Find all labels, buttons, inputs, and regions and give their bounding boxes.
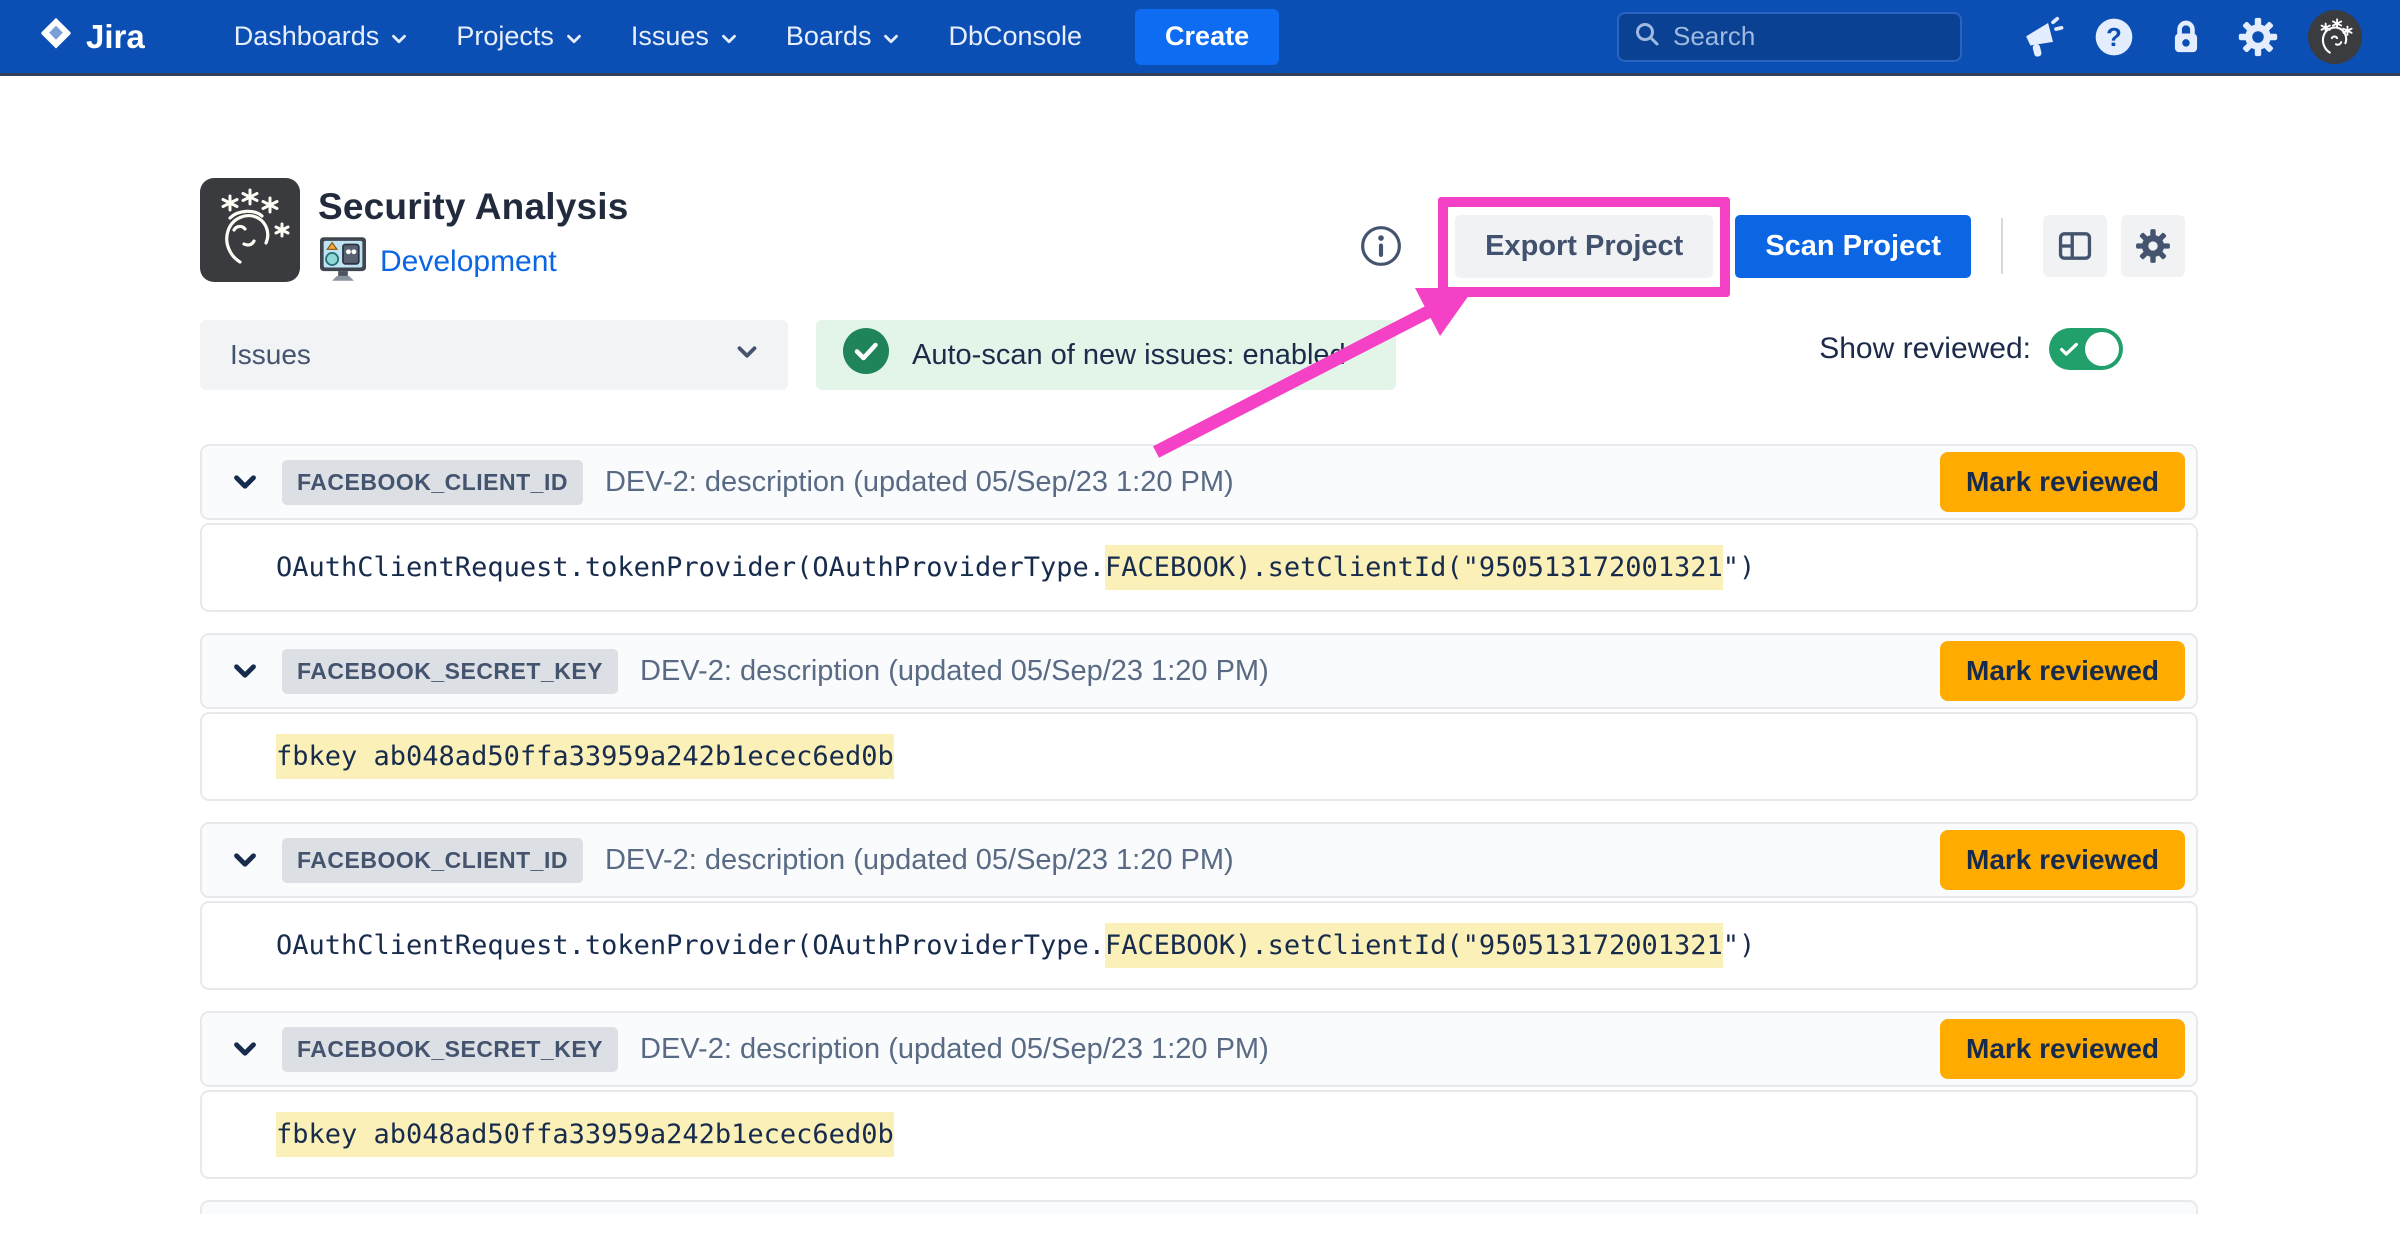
mark-reviewed-button[interactable]: Mark reviewed [1940,830,2185,890]
chevron-down-icon [563,26,585,48]
chevron-down-icon [718,26,740,48]
page-title-block: Security Analysis Development [318,186,629,287]
nav-item-dashboards[interactable]: Dashboards [234,21,411,52]
show-reviewed-toggle[interactable] [2049,328,2123,370]
settings-icon[interactable] [2235,14,2281,60]
nav-item-projects[interactable]: Projects [456,21,585,52]
project-link[interactable]: Development [380,245,557,279]
chevron-down-icon [732,337,762,374]
show-reviewed-label: Show reviewed: [1819,332,2031,366]
code-snippet: fbkey ab048ad50ffa33959a242b1ecec6ed0b [276,741,894,772]
finding-type-badge: FACEBOOK_SECRET_KEY [282,1027,618,1072]
finding-type-badge: FACEBOOK_CLIENT_ID [282,460,583,505]
show-reviewed-control: Show reviewed: [1819,328,2123,370]
issue-row: FACEBOOK_SECRET_KEY DEV-2: description (… [200,1011,2198,1179]
highlighted-secret: fbkey ab048ad50ffa33959a242b1ecec6ed0b [276,734,894,779]
collapse-chevron-icon[interactable] [228,1032,262,1066]
jira-logo-icon [38,15,74,59]
code-snippet: OAuthClientRequest.tokenProvider(OAuthPr… [276,930,1755,961]
scan-project-button[interactable]: Scan Project [1735,215,1971,278]
announcement-icon[interactable] [2019,14,2065,60]
chevron-down-icon [388,26,410,48]
page-title: Security Analysis [318,186,629,228]
export-project-button[interactable]: Export Project [1455,215,1713,278]
search-icon [1633,20,1661,53]
issue-meta-text: DEV-2: description (updated 05/Sep/23 1:… [605,844,1234,877]
svg-text:?: ? [2106,24,2122,52]
check-circle-icon [842,327,890,383]
issue-row-body: fbkey ab048ad50ffa33959a242b1ecec6ed0b [200,1090,2198,1179]
top-navbar: Jira Dashboards Projects Issues Boards D… [0,0,2400,76]
view-selector-value: Issues [230,339,311,371]
autoscan-status-banner: Auto-scan of new issues: enabled [816,320,1396,390]
mark-reviewed-button[interactable]: Mark reviewed [1940,452,2185,512]
toggle-knob [2085,332,2119,366]
jira-brand[interactable]: Jira [38,15,145,59]
code-snippet: fbkey ab048ad50ffa33959a242b1ecec6ed0b [276,1119,894,1150]
chevron-down-icon [880,26,902,48]
issue-row-body: OAuthClientRequest.tokenProvider(OAuthPr… [200,901,2198,990]
board-layout-icon[interactable] [2043,215,2107,277]
search-input[interactable] [1673,21,1946,52]
issue-row: FACEBOOK_CLIENT_ID DEV-2: description (u… [200,444,2198,612]
issues-list: FACEBOOK_CLIENT_ID DEV-2: description (u… [200,444,2198,1235]
issue-meta-text: DEV-2: description (updated 05/Sep/23 1:… [605,466,1234,499]
collapse-chevron-icon[interactable] [228,843,262,877]
global-search[interactable] [1617,12,1962,62]
issue-row-header: FACEBOOK_CLIENT_ID DEV-2: description (u… [200,444,2198,520]
issue-meta-text: DEV-2: description (updated 05/Sep/23 1:… [640,1033,1269,1066]
issue-row-body: fbkey ab048ad50ffa33959a242b1ecec6ed0b [200,712,2198,801]
project-avatar [200,178,300,282]
collapse-chevron-icon[interactable] [228,465,262,499]
brand-label: Jira [86,18,145,56]
lock-icon[interactable] [2163,14,2209,60]
nav-item-issues[interactable]: Issues [631,21,740,52]
issue-row: FACEBOOK_SECRET_KEY DEV-2: description (… [200,633,2198,801]
finding-type-badge: FACEBOOK_CLIENT_ID [282,838,583,883]
view-selector-dropdown[interactable]: Issues [200,320,788,390]
project-type-icon [318,236,368,287]
issue-row-body: OAuthClientRequest.tokenProvider(OAuthPr… [200,523,2198,612]
collapse-chevron-icon[interactable] [228,654,262,688]
nav-item-dbconsole[interactable]: DbConsole [948,21,1082,52]
issue-row: FACEBOOK_CLIENT_ID DEV-2: description (u… [200,822,2198,990]
issue-meta-text: DEV-2: description (updated 05/Sep/23 1:… [640,655,1269,688]
project-settings-gear-icon[interactable] [2121,215,2185,277]
divider [2001,218,2003,274]
finding-type-badge: FACEBOOK_SECRET_KEY [282,649,618,694]
issue-row-header: FACEBOOK_CLIENT_ID DEV-2: description (u… [200,822,2198,898]
autoscan-status-text: Auto-scan of new issues: enabled [912,339,1346,372]
issue-row-header: FACEBOOK_SECRET_KEY DEV-2: description (… [200,1011,2198,1087]
help-icon[interactable]: ? [2091,14,2137,60]
header-actions: Export Project Scan Project [1359,214,2185,278]
create-button[interactable]: Create [1135,9,1279,65]
issue-row-header: FACEBOOK_SECRET_KEY DEV-2: description (… [200,633,2198,709]
highlighted-secret: FACEBOOK).setClientId("950513172001321 [1105,923,1723,968]
mark-reviewed-button[interactable]: Mark reviewed [1940,641,2185,701]
user-avatar[interactable] [2308,10,2362,64]
mark-reviewed-button[interactable]: Mark reviewed [1940,1019,2185,1079]
info-icon[interactable] [1359,224,1403,268]
highlighted-secret: fbkey ab048ad50ffa33959a242b1ecec6ed0b [276,1112,894,1157]
code-snippet: OAuthClientRequest.tokenProvider(OAuthPr… [276,552,1755,583]
export-project-wrap: Export Project [1455,215,1713,278]
nav-item-boards[interactable]: Boards [786,21,903,52]
highlighted-secret: FACEBOOK).setClientId("950513172001321 [1105,545,1723,590]
